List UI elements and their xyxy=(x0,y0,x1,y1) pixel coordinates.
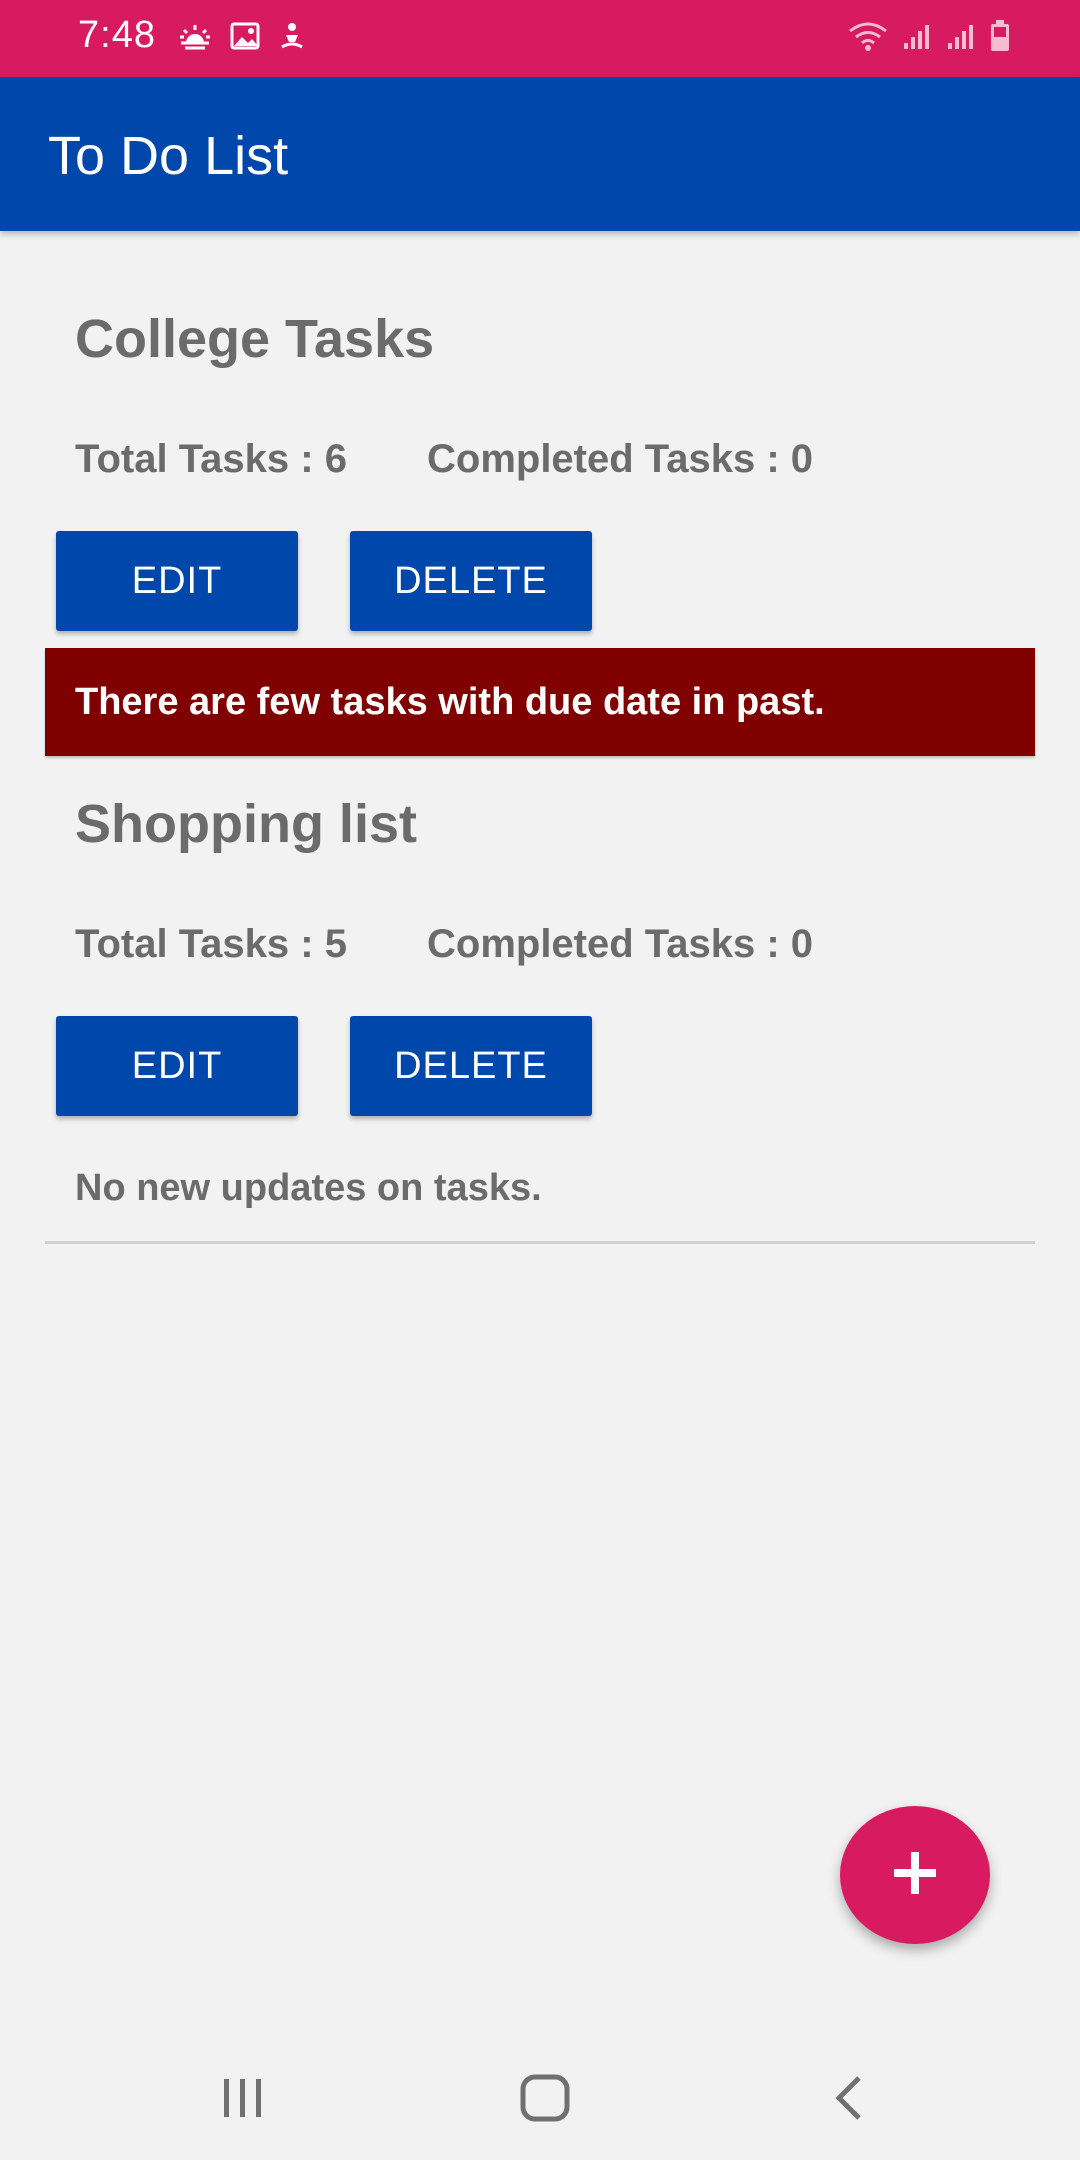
delete-button[interactable]: DELETE xyxy=(350,531,592,631)
add-list-button[interactable] xyxy=(840,1806,990,1944)
update-status-text: No new updates on tasks. xyxy=(75,1167,542,1209)
accessibility-icon xyxy=(278,21,306,56)
completed-tasks-label: Completed Tasks : 0 xyxy=(427,922,814,966)
app-bar: To Do List xyxy=(0,77,1080,231)
image-icon xyxy=(230,21,260,56)
status-bar: 7:48 xyxy=(0,0,1080,77)
wifi-icon xyxy=(848,20,888,57)
divider xyxy=(45,1241,1035,1244)
battery-icon xyxy=(990,19,1010,57)
page-title: To Do List xyxy=(48,126,289,186)
home-icon xyxy=(520,2074,570,2127)
total-tasks-label: Total Tasks : 6 xyxy=(75,437,347,481)
task-list-card[interactable]: Shopping list Total Tasks : 5 Completed … xyxy=(45,785,1035,1245)
back-button[interactable] xyxy=(808,2060,888,2140)
completed-tasks-label: Completed Tasks : 0 xyxy=(427,437,814,481)
system-nav-bar xyxy=(0,2040,1080,2160)
weather-icon xyxy=(178,21,212,56)
back-icon xyxy=(831,2075,865,2126)
total-tasks-label: Total Tasks : 5 xyxy=(75,922,347,966)
status-system-icons xyxy=(848,16,1010,60)
status-notification-icons xyxy=(178,18,306,58)
home-button[interactable] xyxy=(505,2060,585,2140)
list-title: College Tasks xyxy=(75,309,435,369)
edit-button[interactable]: EDIT xyxy=(56,1016,298,1116)
recent-apps-button[interactable] xyxy=(203,2060,283,2140)
overdue-warning-banner: There are few tasks with due date in pas… xyxy=(45,648,1035,756)
status-time: 7:48 xyxy=(78,14,156,56)
recent-apps-icon xyxy=(220,2077,266,2124)
plus-icon xyxy=(892,1850,938,1901)
edit-button[interactable]: EDIT xyxy=(56,531,298,631)
warning-text: There are few tasks with due date in pas… xyxy=(75,680,825,723)
signal-icon xyxy=(902,21,932,56)
signal-icon xyxy=(946,21,976,56)
list-title: Shopping list xyxy=(75,794,417,854)
task-list-card[interactable]: College Tasks Total Tasks : 6 Completed … xyxy=(45,300,1035,760)
delete-button[interactable]: DELETE xyxy=(350,1016,592,1116)
